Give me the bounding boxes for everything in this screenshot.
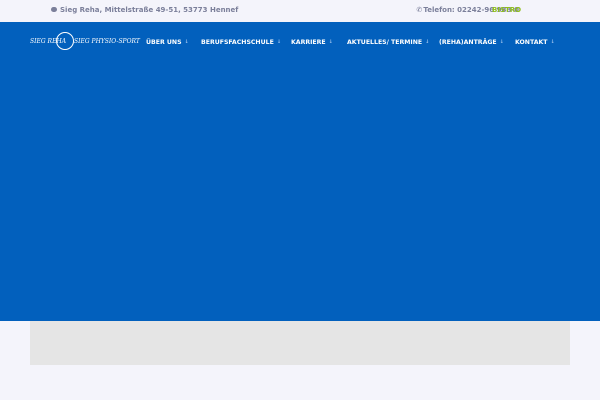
- arrow-down-icon: ↓: [276, 39, 282, 45]
- arrow-down-icon: ↓: [184, 39, 189, 45]
- address-text: Sieg Reha, Mittelstraße 49-51, 53773 Hen…: [60, 6, 239, 14]
- nav-item-label: (REHA)ANTRÄGE: [439, 39, 497, 46]
- nav-item-label: ÜBER UNS: [146, 39, 182, 46]
- hero-banner: SIEG REHA SIEG PHYSIO-SPORT ÜBER UNS ↓ BE…: [0, 22, 600, 321]
- nav-item-label: AKTUELLES/ TERMINE: [347, 39, 423, 46]
- arrow-down-icon: ↓: [499, 39, 504, 45]
- nav-item-label: KONTAKT: [515, 39, 548, 46]
- nav-item-karriere[interactable]: KARRIERE ↓: [291, 39, 333, 46]
- main-navigation: ÜBER UNS ↓ BERUFSFACHSCHULE ↓ KARRIERE ↓ AK…: [0, 39, 600, 49]
- bistro-link[interactable]: BISTRO: [492, 6, 521, 14]
- chat-icon: [51, 6, 57, 12]
- top-bar: Sieg Reha, Mittelstraße 49-51, 53773 Hen…: [0, 0, 600, 22]
- arrow-down-icon: ↓: [550, 39, 555, 45]
- nav-item-label: KARRIERE: [291, 39, 326, 46]
- phone-icon: ✆: [416, 6, 423, 14]
- arrow-down-icon: ↓: [328, 39, 333, 45]
- content-placeholder: [30, 321, 570, 365]
- nav-item-berufsfachschule[interactable]: BERUFSFACHSCHULE ↓: [201, 39, 281, 46]
- nav-item-reha-antraege[interactable]: (REHA)ANTRÄGE ↓: [439, 39, 504, 46]
- nav-item-label: BERUFSFACHSCHULE: [201, 39, 274, 46]
- address-info: Sieg Reha, Mittelstraße 49-51, 53773 Hen…: [51, 6, 238, 14]
- nav-item-kontakt[interactable]: KONTAKT ↓: [515, 39, 555, 46]
- arrow-down-icon: ↓: [425, 39, 430, 45]
- nav-item-ueber-uns[interactable]: ÜBER UNS ↓: [146, 39, 189, 46]
- nav-item-aktuelles-termine[interactable]: AKTUELLES/ TERMINE ↓: [347, 39, 429, 46]
